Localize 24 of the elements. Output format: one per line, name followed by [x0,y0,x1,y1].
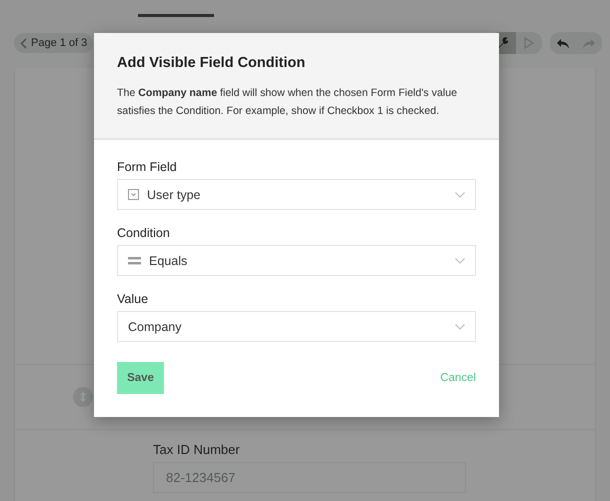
vertical-arrows-icon [80,392,86,402]
dropdown-icon [128,189,139,200]
dialog-title: Add Visible Field Condition [117,55,306,71]
tax-id-input[interactable]: 82-1234567 [153,462,466,493]
field-label: Value [117,292,150,306]
chevron-left-icon [20,38,27,48]
select-field[interactable]: Company [117,311,476,342]
select-field[interactable]: Equals [117,245,476,276]
drag-handle[interactable] [73,387,93,407]
dialog-description: The Company name field will show when the chosen Form Field's value satisfies the Condition. For example, show if Checkbox 1 is checked. [117,86,458,119]
wrench-icon [496,36,510,50]
play-icon [524,37,534,49]
page-nav-button[interactable]: Page 1 of 3 [14,33,94,53]
chevron-down-icon [455,324,465,330]
field-label: Form Field [117,160,178,174]
undo-icon [556,38,570,48]
equals-icon [128,256,141,264]
field-label: Tax ID Number [153,442,241,457]
save-button[interactable]: Save [117,362,164,394]
select-field[interactable]: User type [117,179,476,210]
chevron-down-icon [455,258,465,264]
field-label: Condition [117,226,171,240]
chevron-down-icon [455,192,465,198]
redo-icon [582,38,596,48]
